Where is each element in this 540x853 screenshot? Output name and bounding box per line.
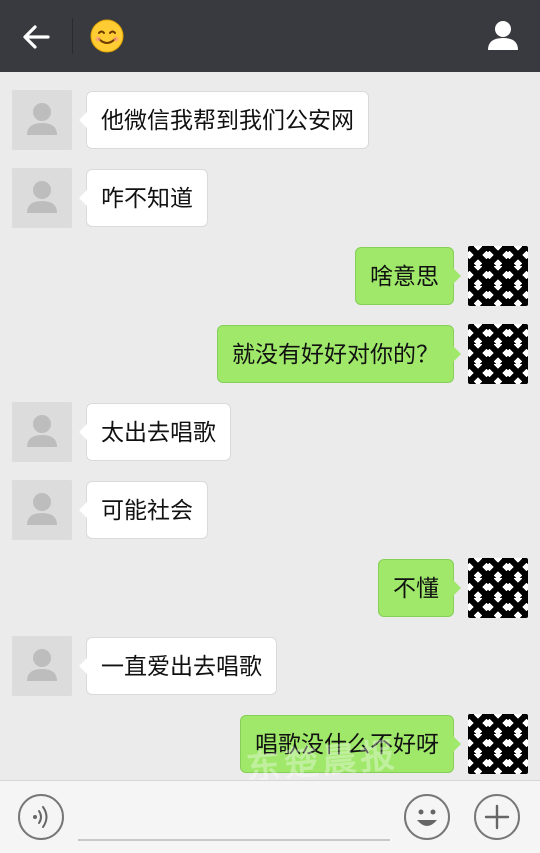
more-button[interactable]: [474, 794, 520, 840]
message-bubble[interactable]: 就没有好好对你的？: [217, 325, 461, 383]
emoji-button[interactable]: [404, 794, 450, 840]
chat-area[interactable]: 他微信我帮到我们公安网 咋不知道 啥意思 就没有好好对你的？ 太出去唱歌 可能社…: [0, 72, 540, 780]
arrow-left-icon: [23, 25, 50, 49]
voice-icon: [33, 806, 48, 828]
message-bubble[interactable]: 不懂: [378, 559, 461, 617]
message-input[interactable]: [78, 839, 390, 841]
emoji-face-icon: [417, 809, 437, 826]
header-divider: [72, 18, 73, 54]
person-icon: [27, 649, 57, 681]
avatar[interactable]: [12, 168, 72, 228]
person-icon: [27, 181, 57, 213]
avatar[interactable]: [468, 324, 528, 384]
message-bubble[interactable]: 咋不知道: [79, 169, 208, 227]
person-icon: [488, 21, 518, 50]
smiling-face-emoji-icon: [90, 19, 124, 53]
avatar[interactable]: [12, 480, 72, 540]
message-bubble[interactable]: 太出去唱歌: [79, 403, 231, 461]
back-button[interactable]: [18, 20, 54, 54]
input-bar: [0, 780, 540, 853]
avatar[interactable]: [468, 558, 528, 618]
message-bubble[interactable]: 他微信我帮到我们公安网: [79, 91, 369, 149]
avatar[interactable]: [12, 90, 72, 150]
message-bubble[interactable]: 一直爱出去唱歌: [79, 637, 277, 695]
plus-icon: [484, 804, 510, 830]
profile-button[interactable]: [486, 18, 520, 52]
avatar[interactable]: [12, 636, 72, 696]
avatar[interactable]: [468, 246, 528, 306]
message-bubble[interactable]: 可能社会: [79, 481, 208, 539]
message-bubble[interactable]: 啥意思: [355, 247, 461, 305]
person-icon: [27, 103, 57, 135]
person-icon: [27, 415, 57, 447]
top-bar: [0, 0, 540, 72]
avatar[interactable]: [468, 714, 528, 774]
avatar[interactable]: [12, 402, 72, 462]
voice-button[interactable]: [18, 794, 64, 840]
person-icon: [27, 493, 57, 525]
